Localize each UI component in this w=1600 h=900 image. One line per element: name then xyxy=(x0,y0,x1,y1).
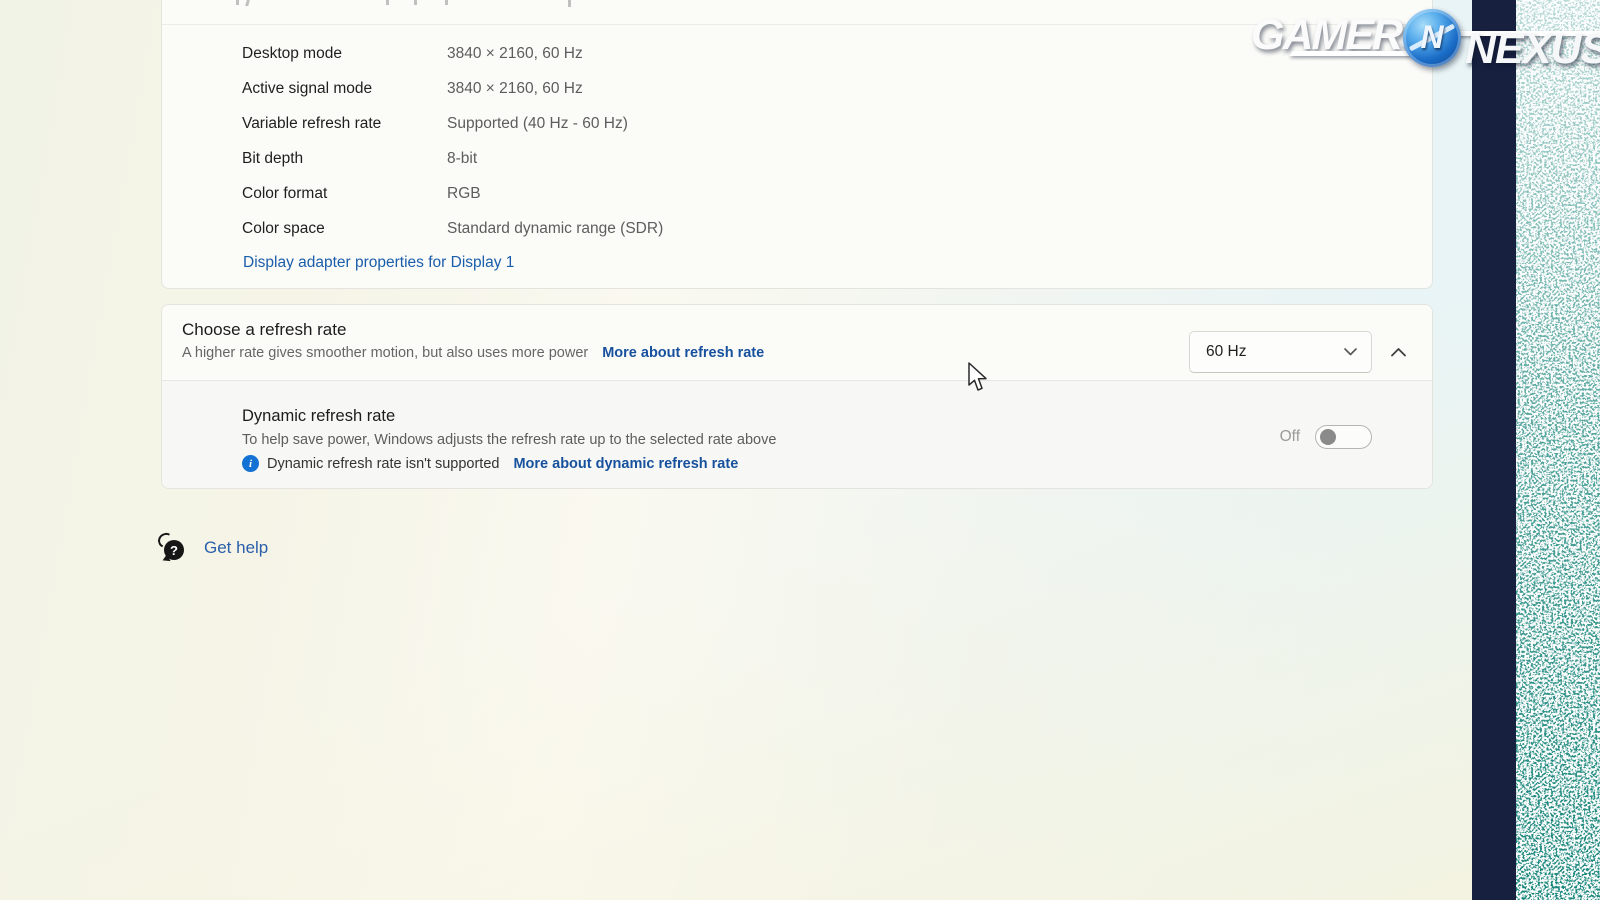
get-help-link[interactable]: Get help xyxy=(204,538,268,558)
refresh-rate-title: Choose a refresh rate xyxy=(182,320,764,340)
desktop-wallpaper-texture xyxy=(1516,0,1600,900)
row-label: Color format xyxy=(242,185,447,203)
row-label: Variable refresh rate xyxy=(242,115,447,133)
toggle-knob xyxy=(1320,429,1336,445)
toggle-state-label: Off xyxy=(1280,428,1300,446)
refresh-rate-header: Choose a refresh rate A higher rate give… xyxy=(162,305,1432,380)
table-row: Color format RGB xyxy=(242,176,663,211)
chevron-up-icon xyxy=(1391,348,1406,357)
settings-page: Desktop mode 3840 × 2160, 60 Hz Active s… xyxy=(0,0,1600,900)
refresh-rate-subtitle: A higher rate gives smoother motion, but… xyxy=(182,345,588,361)
desktop-edge-strip xyxy=(1472,0,1516,900)
table-row: Bit depth 8-bit xyxy=(242,141,663,176)
refresh-rate-dropdown-value: 60 Hz xyxy=(1206,343,1247,361)
row-value: 8-bit xyxy=(447,150,477,168)
dynamic-refresh-toggle[interactable] xyxy=(1315,425,1372,449)
row-value: Standard dynamic range (SDR) xyxy=(447,220,663,238)
row-label: Desktop mode xyxy=(242,45,447,63)
expander-collapse-button[interactable] xyxy=(1388,334,1408,370)
row-value: RGB xyxy=(447,185,481,203)
divider xyxy=(162,24,1432,25)
table-row: Variable refresh rate Supported (40 Hz -… xyxy=(242,106,663,141)
row-value: 3840 × 2160, 60 Hz xyxy=(447,45,583,63)
table-row: Active signal mode 3840 × 2160, 60 Hz xyxy=(242,71,663,106)
get-help-icon: ? xyxy=(158,533,188,563)
info-icon: i xyxy=(242,455,259,472)
row-value: Supported (40 Hz - 60 Hz) xyxy=(447,115,628,133)
row-label: Active signal mode xyxy=(242,80,447,98)
more-about-dynamic-refresh-rate-link[interactable]: More about dynamic refresh rate xyxy=(513,456,738,472)
row-value: 3840 × 2160, 60 Hz xyxy=(447,80,583,98)
dynamic-refresh-section: Dynamic refresh rate To help save power,… xyxy=(162,380,1432,488)
display-information-card: Desktop mode 3840 × 2160, 60 Hz Active s… xyxy=(161,0,1433,289)
more-about-refresh-rate-link[interactable]: More about refresh rate xyxy=(602,345,764,361)
dynamic-refresh-description: To help save power, Windows adjusts the … xyxy=(242,432,776,448)
dynamic-refresh-notice: Dynamic refresh rate isn't supported xyxy=(267,456,499,472)
refresh-rate-dropdown[interactable]: 60 Hz xyxy=(1189,331,1372,373)
dynamic-refresh-title: Dynamic refresh rate xyxy=(242,407,776,426)
chevron-down-icon xyxy=(1344,348,1357,356)
refresh-rate-card: Choose a refresh rate A higher rate give… xyxy=(161,304,1433,489)
get-help-row: ? Get help xyxy=(158,533,268,563)
display-adapter-properties-link[interactable]: Display adapter properties for Display 1 xyxy=(243,254,514,272)
table-row: Color space Standard dynamic range (SDR) xyxy=(242,211,663,246)
row-label: Bit depth xyxy=(242,150,447,168)
table-row: Desktop mode 3840 × 2160, 60 Hz xyxy=(242,36,663,71)
row-label: Color space xyxy=(242,220,447,238)
